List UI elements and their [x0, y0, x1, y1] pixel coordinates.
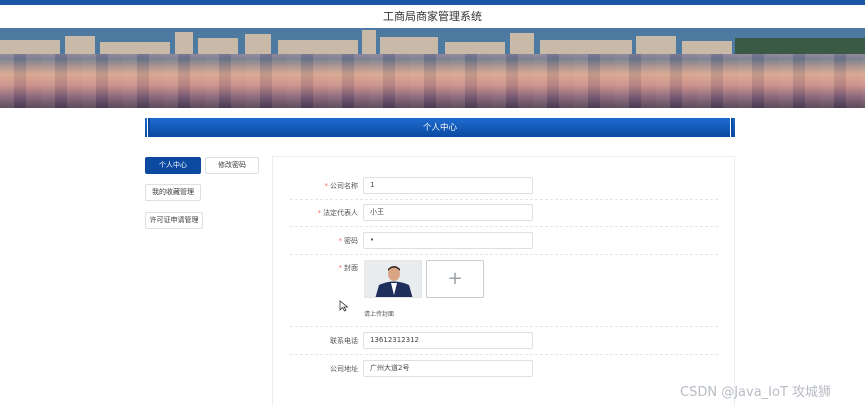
- sidebar-item-favorites[interactable]: 我的收藏管理: [145, 184, 201, 201]
- plus-icon: +: [447, 268, 463, 289]
- address-input[interactable]: 广州大道2号: [363, 360, 533, 377]
- sidebar-item-change-password[interactable]: 修改密码: [205, 157, 259, 174]
- phone-label: 联系电话: [330, 337, 358, 345]
- cover-label: * 封面: [338, 264, 359, 272]
- required-mark: *: [324, 182, 329, 190]
- watermark-text: CSDN @Java_IoT 攻城狮: [680, 385, 832, 400]
- section-header: 个人中心: [145, 118, 735, 137]
- banner-carousel[interactable]: [0, 28, 865, 108]
- row-divider: [290, 199, 718, 200]
- legal-rep-input[interactable]: 小王: [363, 204, 533, 221]
- row-divider: [290, 354, 718, 355]
- carousel-indicator[interactable]: [430, 98, 450, 104]
- cover-photo-graphic: [365, 261, 421, 297]
- password-input[interactable]: •: [363, 232, 533, 249]
- cover-image[interactable]: [364, 260, 422, 298]
- legal-rep-label: * 法定代表人: [317, 209, 359, 217]
- cover-upload-hint: 请上传封面: [364, 311, 395, 318]
- cover-upload-button[interactable]: +: [426, 260, 484, 298]
- top-bar: [0, 0, 865, 5]
- address-label: 公司地址: [330, 365, 358, 373]
- site-title: 工商局商家管理系统: [383, 10, 482, 23]
- section-title: 个人中心: [422, 123, 457, 133]
- required-mark: *: [338, 237, 343, 245]
- company-name-label: * 公司名称: [324, 182, 359, 190]
- password-label: * 密码: [338, 237, 359, 245]
- company-name-input[interactable]: 1: [363, 177, 533, 194]
- required-mark: *: [338, 264, 343, 272]
- required-mark: *: [317, 209, 322, 217]
- sidebar-item-license-applications[interactable]: 许可证申请管理: [145, 212, 203, 229]
- phone-input[interactable]: 13612312312: [363, 332, 533, 349]
- row-divider: [290, 254, 718, 255]
- banner-image: [0, 28, 865, 54]
- sidebar-item-profile[interactable]: 个人中心: [145, 157, 201, 174]
- row-divider: [290, 226, 718, 227]
- mouse-cursor-icon: [339, 300, 349, 312]
- row-divider: [290, 326, 718, 327]
